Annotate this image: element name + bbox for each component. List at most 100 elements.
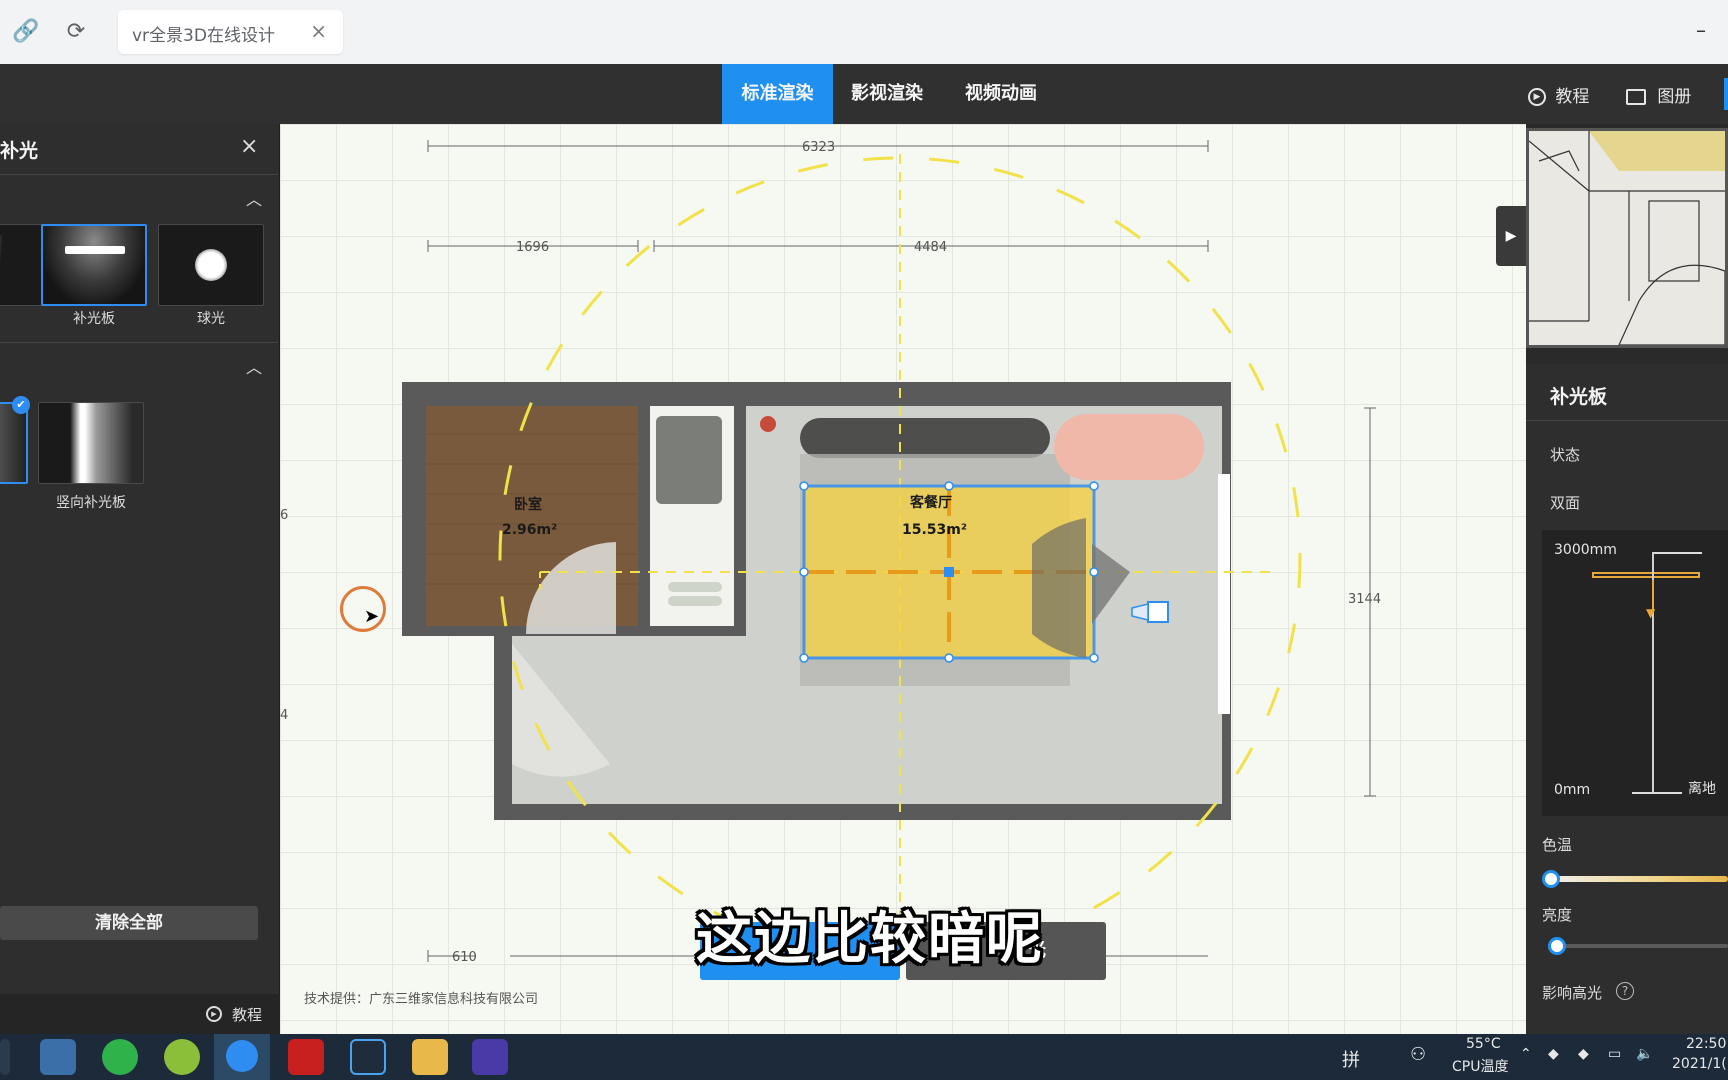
- video-subtitle: 这边比较暗呢: [696, 907, 1044, 972]
- folder-icon[interactable]: [412, 1039, 448, 1075]
- plant: [760, 416, 776, 432]
- panel-title: 补光: [0, 140, 39, 162]
- light-item-sphere[interactable]: [158, 224, 264, 306]
- center-handle: [944, 567, 954, 577]
- battery-icon[interactable]: ▭: [1608, 1046, 1621, 1062]
- light-item-label: 球光: [197, 311, 225, 327]
- search-icon[interactable]: [0, 1039, 10, 1075]
- reload-icon[interactable]: ⟳: [62, 18, 90, 46]
- check-badge-icon: ✔: [12, 396, 30, 414]
- double-side-label: 双面: [1550, 494, 1581, 512]
- chevron-up-icon[interactable]: ︿: [246, 354, 262, 378]
- panel-light-icon: [0, 235, 3, 295]
- panel-height-marker[interactable]: [1592, 572, 1700, 578]
- collapse-panel-button[interactable]: ▶: [1496, 206, 1526, 266]
- cpu-temp: 55°C: [1466, 1036, 1501, 1052]
- fill-light-panel-icon: [43, 226, 145, 304]
- play-circle-icon[interactable]: ▶: [206, 1006, 222, 1022]
- chevron-up-icon[interactable]: ︿: [246, 186, 262, 210]
- tray-app-icon[interactable]: ◆: [1578, 1046, 1589, 1062]
- footer-tutorial-link[interactable]: 教程: [232, 1004, 262, 1025]
- color-temp-slider[interactable]: [1542, 870, 1728, 888]
- chevron-up-icon[interactable]: ⌃: [1520, 1046, 1532, 1062]
- light-item-fill[interactable]: [0, 402, 28, 484]
- clear-all-button[interactable]: 清除全部: [0, 906, 258, 940]
- cabinet: [656, 416, 722, 504]
- off-ground-label: 离地: [1688, 781, 1716, 797]
- tab-film-render[interactable]: 影视渲染: [844, 64, 930, 124]
- app-icon[interactable]: [164, 1039, 200, 1075]
- cursor-icon: ➤: [364, 606, 380, 627]
- video-call-icon[interactable]: [350, 1039, 386, 1075]
- volume-icon[interactable]: 🔈: [1636, 1046, 1653, 1062]
- browser-tab[interactable]: vr全景3D在线设计 ×: [118, 10, 343, 54]
- brightness-slider[interactable]: [1548, 937, 1728, 955]
- tutorial-label: 教程: [1555, 87, 1590, 107]
- divider: [0, 342, 278, 343]
- wechat-icon[interactable]: [102, 1039, 138, 1075]
- tab-video-animation[interactable]: 视频动画: [958, 64, 1044, 124]
- app-header: 标准渲染 影视渲染 视频动画 ▶ 教程 图册: [0, 64, 1728, 124]
- arrow-down-icon: ▼: [1646, 606, 1656, 620]
- clock-date[interactable]: 2021/1(: [1672, 1056, 1727, 1072]
- cpu-temp-label: CPU温度: [1452, 1059, 1509, 1075]
- affect-highlight-label: 影响高光: [1542, 984, 1603, 1002]
- tech-credit: 技术提供：广东三维家信息科技有限公司: [304, 992, 539, 1007]
- divider: [0, 174, 278, 175]
- properties-title: 补光板: [1550, 386, 1608, 408]
- image-icon: [1626, 89, 1646, 105]
- light-item-vertical-fill[interactable]: [38, 402, 144, 484]
- browser-bar: 🔗 ⟳ vr全景3D在线设计 × –: [0, 0, 1728, 64]
- light-item-label: 板: [0, 492, 28, 512]
- height-diagram[interactable]: 3000mm ▼ 0mm 离地: [1542, 530, 1728, 816]
- slider-handle[interactable]: [1548, 937, 1566, 955]
- fill-panel-properties: 补光板 状态 双面 3000mm ▼ 0mm 离地 色温 亮度 影响高光 ?: [1526, 364, 1728, 1034]
- room-name-living: 客餐厅: [910, 495, 952, 511]
- dim-total-width: 6323: [802, 140, 836, 155]
- dim-left-width: 1696: [516, 240, 550, 255]
- link-icon[interactable]: 🔗: [12, 18, 40, 46]
- height-max-label: 3000mm: [1554, 542, 1617, 558]
- dim-bottom-left: 610: [452, 950, 477, 965]
- brightness-label: 亮度: [1542, 906, 1573, 924]
- clock-time[interactable]: 22:50: [1686, 1036, 1726, 1052]
- minimize-icon[interactable]: –: [1696, 18, 1706, 42]
- room-area-living: 15.53m²: [902, 522, 968, 538]
- status-label: 状态: [1550, 446, 1581, 464]
- light-item-fill-panel[interactable]: [41, 224, 147, 306]
- people-icon[interactable]: ⚇: [1410, 1044, 1426, 1065]
- fill-panel-icon: [0, 404, 26, 482]
- sofa-back: [800, 418, 1050, 458]
- tutorial-link[interactable]: ▶ 教程: [1528, 82, 1589, 107]
- 3d-preview-thumbnail[interactable]: [1526, 128, 1728, 348]
- color-temp-label: 色温: [1542, 836, 1573, 854]
- tab-close-icon[interactable]: ×: [310, 19, 327, 43]
- dining-table: [1054, 414, 1204, 480]
- room-area-bedroom: 2.96m²: [502, 522, 558, 538]
- tab-standard-render[interactable]: 标准渲染: [722, 64, 833, 124]
- tray-app-icon[interactable]: ◆: [1548, 1046, 1559, 1062]
- slider-handle[interactable]: [1542, 870, 1560, 888]
- light-item-label: 补光板: [73, 311, 115, 327]
- autocad-icon[interactable]: [288, 1039, 324, 1075]
- divider: [1526, 420, 1728, 421]
- dim-right-width: 4484: [914, 240, 948, 255]
- album-label: 图册: [1657, 87, 1692, 107]
- play-circle-icon: ▶: [1528, 88, 1546, 106]
- close-icon[interactable]: ×: [240, 134, 258, 159]
- album-link[interactable]: 图册: [1626, 82, 1691, 107]
- media-app-icon[interactable]: [472, 1039, 508, 1075]
- cursor-highlight: [340, 586, 386, 632]
- 3d-preview-sketch: [1529, 131, 1725, 345]
- ime-indicator[interactable]: 拼: [1342, 1046, 1360, 1072]
- dim-left-partial: 6: [280, 508, 289, 523]
- height-min-label: 0mm: [1554, 782, 1591, 798]
- light-item-label: 竖向补光板: [56, 495, 126, 511]
- header-edge-button[interactable]: [1724, 78, 1728, 110]
- panel-footer: ▶ 教程: [0, 994, 280, 1034]
- active-app-slot[interactable]: [214, 1034, 270, 1080]
- browser-icon: [226, 1040, 258, 1072]
- help-icon[interactable]: ?: [1616, 982, 1634, 1000]
- calculator-icon[interactable]: [40, 1039, 76, 1075]
- vertical-fill-panel-icon: [39, 403, 143, 483]
